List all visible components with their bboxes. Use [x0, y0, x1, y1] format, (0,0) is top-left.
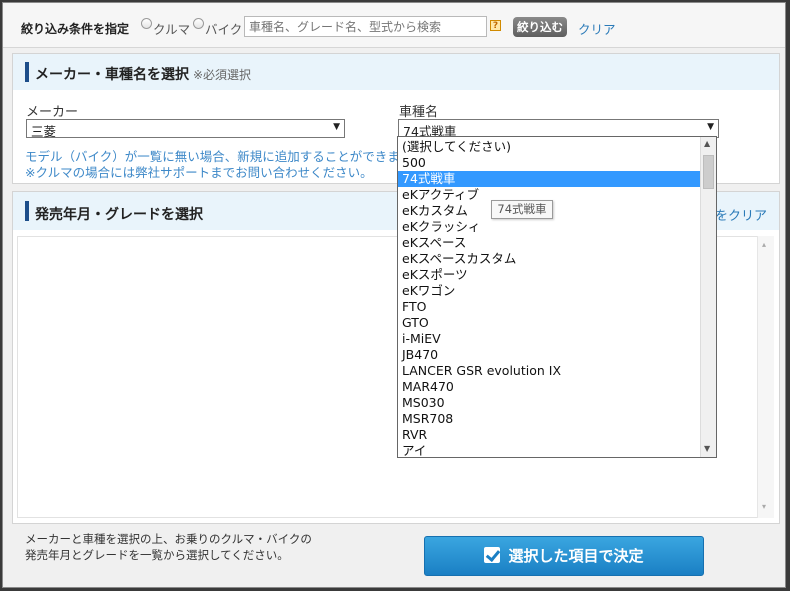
filter-bar: 絞り込み条件を指定 クルマ バイク ? 絞り込む クリア — [3, 3, 785, 48]
grade-list-scrollbar[interactable]: ▴ ▾ — [757, 236, 774, 518]
option-tooltip: 74式戦車 — [491, 200, 553, 219]
dropdown-option[interactable]: eKスポーツ — [398, 267, 700, 283]
chevron-down-icon: ▼ — [333, 122, 340, 132]
decide-button-label: 選択した項目で決定 — [508, 547, 644, 565]
maker-select[interactable]: 三菱 ▼ — [26, 119, 345, 139]
dropdown-option[interactable]: 74式戦車 — [398, 171, 700, 187]
scroll-down-icon[interactable]: ▾ — [762, 502, 766, 511]
scroll-down-icon[interactable]: ▼ — [704, 444, 710, 453]
dropdown-option[interactable]: MAR470 — [398, 379, 700, 395]
filter-label: 絞り込み条件を指定 — [21, 22, 130, 36]
dropdown-option[interactable]: (選択してください) — [398, 139, 700, 155]
required-note: ※必須選択 — [193, 68, 252, 82]
dropdown-option[interactable]: eKクラッシィ — [398, 219, 700, 235]
chevron-down-icon: ▼ — [707, 122, 714, 132]
radio-bike[interactable] — [193, 18, 204, 29]
scroll-up-icon[interactable]: ▲ — [704, 139, 710, 148]
dropdown-option[interactable]: eKワゴン — [398, 283, 700, 299]
narrow-button[interactable]: 絞り込む — [513, 17, 567, 37]
scroll-thumb[interactable] — [703, 155, 714, 189]
radio-car[interactable] — [141, 18, 152, 29]
decide-button[interactable]: 選択した項目で決定 — [424, 536, 704, 576]
dropdown-option[interactable]: FTO — [398, 299, 700, 315]
grade-title: 発売年月・グレードを選択 — [35, 207, 203, 223]
dropdown-option[interactable]: RVR — [398, 427, 700, 443]
clear-selection-link[interactable]: をクリア — [715, 205, 767, 224]
dropdown-option[interactable]: eKスペース — [398, 235, 700, 251]
dropdown-option[interactable]: MS030 — [398, 395, 700, 411]
footer-line-1: メーカーと車種を選択の上、お乗りのクルマ・バイクの — [25, 532, 312, 546]
dropdown-option[interactable]: MSR708 — [398, 411, 700, 427]
maker-model-title: メーカー・車種名を選択 — [35, 67, 189, 83]
dropdown-option[interactable]: 500 — [398, 155, 700, 171]
vehicle-select-dialog: 絞り込み条件を指定 クルマ バイク ? 絞り込む クリア メーカー・車種名を選択… — [2, 2, 786, 588]
maker-model-header: メーカー・車種名を選択 ※必須選択 — [13, 54, 779, 90]
model-dropdown-list[interactable]: (選択してください) 500 74式戦車 eKアクティブ eKカスタム eKクラッシィ eK… — [397, 136, 717, 458]
section-marker — [25, 201, 29, 221]
scroll-up-icon[interactable]: ▴ — [762, 240, 766, 249]
radio-car-label[interactable]: クルマ — [153, 19, 190, 38]
checkbox-check-icon — [484, 547, 501, 563]
dropdown-option[interactable]: アイ — [398, 443, 700, 457]
search-input[interactable] — [244, 16, 487, 37]
footer-line-2: 発売年月とグレードを一覧から選択してください。 — [25, 548, 289, 562]
dropdown-option[interactable]: LANCER GSR evolution IX — [398, 363, 700, 379]
dropdown-option[interactable]: i-MiEV — [398, 331, 700, 347]
notice-line-2: ※クルマの場合には弊社サポートまでお問い合わせください。 — [25, 165, 373, 180]
maker-select-value: 三菱 — [31, 124, 57, 139]
clear-link[interactable]: クリア — [578, 19, 616, 38]
maker-label: メーカー — [26, 105, 79, 120]
dropdown-scrollbar[interactable]: ▲ ▼ — [700, 137, 716, 457]
dropdown-option[interactable]: GTO — [398, 315, 700, 331]
section-marker — [25, 62, 29, 82]
dropdown-option[interactable]: eKスペースカスタム — [398, 251, 700, 267]
footer-instruction: メーカーと車種を選択の上、お乗りのクルマ・バイクの 発売年月とグレードを一覧から… — [25, 531, 312, 563]
dropdown-option[interactable]: JB470 — [398, 347, 700, 363]
model-label: 車種名 — [399, 105, 439, 120]
radio-bike-label[interactable]: バイク — [205, 19, 242, 38]
help-icon[interactable]: ? — [490, 20, 501, 31]
